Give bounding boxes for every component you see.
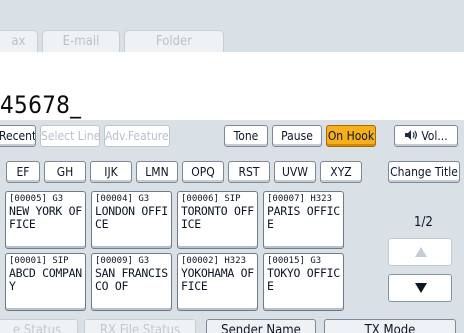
destination-entry[interactable]: [00005] G3 NEW YORK OFFICE: [5, 191, 86, 249]
title-key-gh[interactable]: GH: [44, 161, 86, 183]
entry-name: YOKOHAMA OFFICE: [181, 266, 254, 293]
page-indicator: 1/2: [414, 215, 433, 230]
speaker-icon: [405, 130, 418, 140]
pause-button[interactable]: Pause: [272, 125, 322, 147]
next-page-button[interactable]: [388, 274, 452, 302]
volume-label: Vol...: [421, 129, 448, 143]
entry-name: TOKYO OFFICE: [267, 266, 340, 293]
entry-name: NEW YORK OFFICE: [9, 204, 82, 231]
tone-button[interactable]: Tone: [224, 125, 268, 147]
recent-button[interactable]: Recent: [0, 125, 36, 147]
destination-entry[interactable]: [00015] G3 TOKYO OFFICE: [263, 253, 344, 311]
down-arrow-icon: [415, 283, 427, 293]
tx-mode-button[interactable]: TX Mode: [324, 319, 456, 333]
entry-name: TORONTO OFFICE: [181, 204, 254, 231]
up-arrow-icon: [415, 247, 427, 257]
rx-file-status-button[interactable]: RX File Status: [84, 319, 196, 333]
entry-name: PARIS OFFICE: [267, 204, 340, 231]
tab-fax[interactable]: ax: [0, 30, 38, 52]
entry-name: SAN FRANCISCO OF: [95, 266, 168, 293]
destination-entry[interactable]: [00006] SIP TORONTO OFFICE: [177, 191, 258, 249]
destination-entry[interactable]: [00007] H323 PARIS OFFICE: [263, 191, 344, 249]
entry-name: LONDON OFFICE: [95, 204, 168, 231]
destination-entry[interactable]: [00004] G3 LONDON OFFICE: [91, 191, 172, 249]
title-key-opq[interactable]: OPQ: [182, 161, 224, 183]
tab-folder[interactable]: Folder: [124, 30, 224, 52]
previous-page-button[interactable]: [388, 238, 452, 266]
tab-email[interactable]: E-mail: [42, 30, 120, 52]
change-title-button[interactable]: Change Title: [388, 161, 460, 183]
title-key-ijk[interactable]: IJK: [90, 161, 132, 183]
sender-name-button[interactable]: Sender Name: [206, 319, 316, 333]
entry-name: ABCD COMPANY: [9, 266, 82, 293]
volume-button[interactable]: Vol...: [394, 125, 458, 147]
on-hook-button[interactable]: On Hook: [326, 125, 376, 147]
adv-features-button[interactable]: Adv.Features: [104, 125, 170, 147]
title-key-rst[interactable]: RST: [228, 161, 270, 183]
select-line-button[interactable]: Select Line: [40, 125, 100, 147]
title-key-lmn[interactable]: LMN: [136, 161, 178, 183]
status-button[interactable]: e Status: [0, 319, 78, 333]
title-key-ef[interactable]: EF: [6, 161, 40, 183]
destination-entry[interactable]: [00002] H323 YOKOHAMA OFFICE: [177, 253, 258, 311]
destination-entry[interactable]: [00009] G3 SAN FRANCISCO OF: [91, 253, 172, 311]
title-key-xyz[interactable]: XYZ: [320, 161, 362, 183]
title-key-uvw[interactable]: UVW: [274, 161, 316, 183]
destination-entry[interactable]: [00001] SIP ABCD COMPANY: [5, 253, 86, 311]
destination-number: 45678_: [0, 91, 82, 119]
